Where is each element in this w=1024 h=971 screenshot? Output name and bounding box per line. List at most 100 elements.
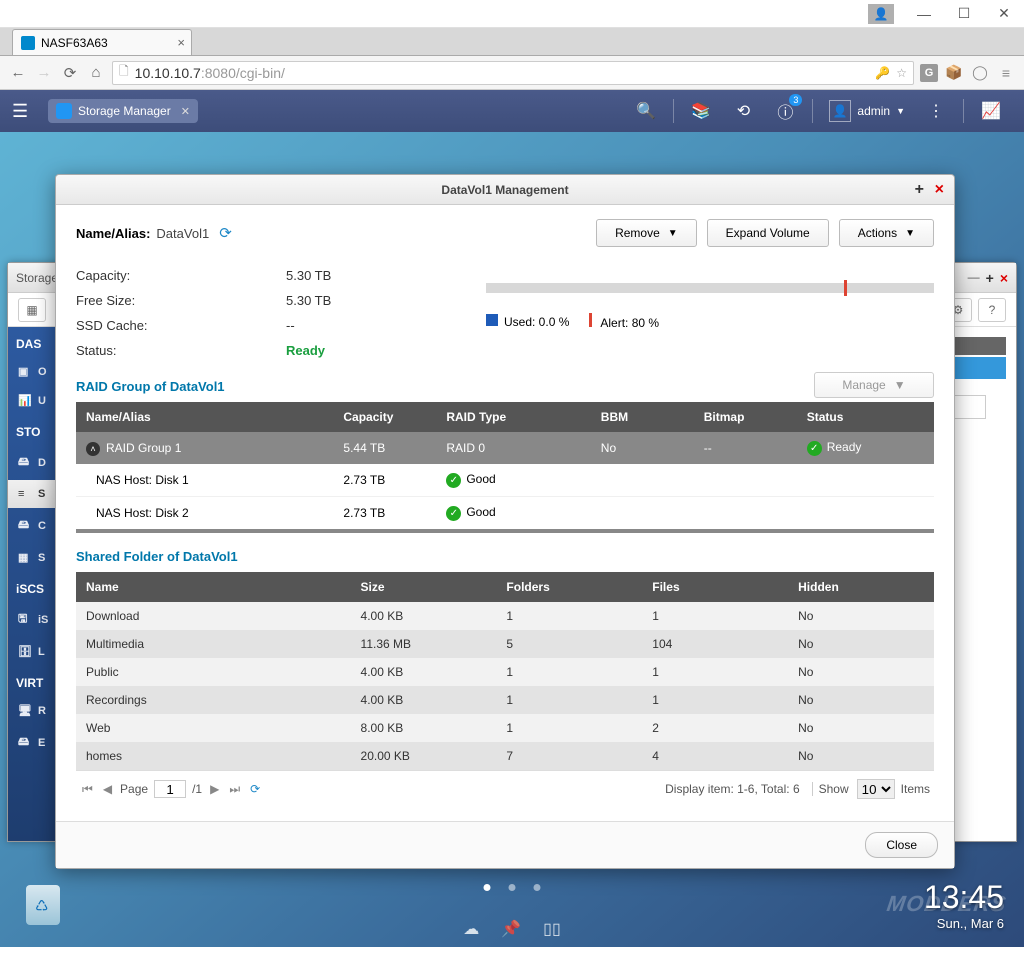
sidebar-item-iscsi-storage[interactable]: 🖫iS bbox=[8, 602, 60, 637]
shared-folder-row[interactable]: Recordings4.00 KB11No bbox=[76, 686, 934, 714]
page-input[interactable] bbox=[154, 780, 186, 798]
home-icon[interactable]: ⌂ bbox=[86, 63, 106, 83]
alias-label: Name/Alias: bbox=[76, 226, 150, 241]
disk-row[interactable]: NAS Host: Disk 2 2.73 TB ✓Good bbox=[76, 497, 934, 532]
page-icon: 🗋 bbox=[119, 62, 129, 83]
key-icon[interactable]: 🔑 bbox=[875, 66, 890, 80]
col-bitmap: Bitmap bbox=[694, 402, 797, 432]
forward-icon: → bbox=[34, 63, 54, 83]
window-maximize-icon[interactable]: + bbox=[986, 270, 994, 286]
remove-button[interactable]: Remove▼ bbox=[596, 219, 697, 247]
modal-maximize-icon[interactable]: + bbox=[915, 181, 924, 199]
extension-g-icon[interactable]: G bbox=[920, 64, 938, 82]
dashboard-icon[interactable]: 📈 bbox=[976, 96, 1006, 126]
dot-3[interactable] bbox=[534, 884, 541, 891]
browser-tab[interactable]: NASF63A63 × bbox=[12, 29, 192, 55]
volume-group-icon[interactable]: 📚 bbox=[686, 96, 716, 126]
close-button[interactable]: Close bbox=[865, 832, 938, 858]
hamburger-icon[interactable]: ☰ bbox=[12, 101, 36, 122]
col-status: Status bbox=[797, 402, 934, 432]
sidebar-item-overview[interactable]: ▣O bbox=[8, 357, 60, 386]
tab-close-icon[interactable]: × bbox=[177, 35, 185, 50]
os-user-icon[interactable]: 👤 bbox=[868, 4, 894, 24]
bookmark-icon[interactable]: ☆ bbox=[896, 66, 907, 80]
next-page-icon[interactable]: ▶ bbox=[208, 782, 221, 796]
info-icon[interactable]: ⓘ3 bbox=[770, 96, 800, 126]
pager-refresh-icon[interactable]: ⟳ bbox=[248, 782, 262, 796]
sidebar-item-snapshot[interactable]: ▦S bbox=[8, 543, 60, 572]
disk-row[interactable]: NAS Host: Disk 1 2.73 TB ✓Good bbox=[76, 464, 934, 497]
os-close-button[interactable]: ✕ bbox=[984, 0, 1024, 28]
address-bar[interactable]: 🗋 10.10.10.7:8080/cgi-bin/ 🔑 ☆ bbox=[112, 61, 914, 85]
extension-box-icon[interactable]: 📦 bbox=[944, 63, 964, 83]
show-label: Show bbox=[812, 782, 849, 796]
sidebar-item-lun[interactable]: 🗄L bbox=[8, 637, 60, 666]
sidebar-item-remote[interactable]: 🖥R bbox=[8, 696, 60, 725]
sidebar-item-storage-space[interactable]: ≡S bbox=[8, 480, 60, 508]
first-page-icon[interactable]: ⏮ bbox=[80, 782, 95, 797]
sync-icon[interactable]: ⟲ bbox=[728, 96, 758, 126]
shared-folder-row[interactable]: homes20.00 KB74No bbox=[76, 742, 934, 770]
expand-volume-button[interactable]: Expand Volume bbox=[707, 219, 829, 247]
back-icon[interactable]: ← bbox=[8, 63, 28, 83]
app-tab-close-icon[interactable]: ✕ bbox=[181, 105, 190, 118]
shared-folder-row[interactable]: Public4.00 KB11No bbox=[76, 658, 934, 686]
user-menu[interactable]: 👤 admin ▼ bbox=[829, 100, 905, 122]
sf-col-hidden: Hidden bbox=[788, 572, 934, 602]
shared-folder-row[interactable]: Multimedia11.36 MB5104No bbox=[76, 630, 934, 658]
window-close-icon[interactable]: × bbox=[1000, 270, 1008, 286]
chrome-menu-icon[interactable]: ≡ bbox=[996, 63, 1016, 83]
sidebar-item-utilization[interactable]: 📊U bbox=[8, 386, 60, 415]
page-size-select[interactable]: 10 bbox=[857, 779, 895, 799]
dot-2[interactable] bbox=[509, 884, 516, 891]
manage-button[interactable]: Manage▼ bbox=[814, 372, 934, 398]
book-icon[interactable]: ▯▯ bbox=[543, 919, 561, 939]
pager: ⏮ ◀ Page /1 ▶ ⏭ ⟳ Display item: 1-6, Tot… bbox=[76, 770, 934, 807]
dot-1[interactable] bbox=[484, 884, 491, 891]
more-icon[interactable]: ⋮ bbox=[921, 96, 951, 126]
app-tab-storage[interactable]: Storage Manager ✕ bbox=[48, 99, 198, 123]
prev-page-icon[interactable]: ◀ bbox=[101, 782, 114, 796]
sf-col-size: Size bbox=[351, 572, 497, 602]
toolbar-help-icon[interactable]: ? bbox=[978, 298, 1006, 322]
desktop-pager-dots[interactable] bbox=[484, 884, 541, 891]
window-minimize-icon[interactable]: — bbox=[968, 270, 980, 286]
cloud-icon[interactable]: ☁ bbox=[463, 919, 479, 939]
sidebar-item-external[interactable]: 🖴E bbox=[8, 725, 60, 760]
col-capacity: Capacity bbox=[333, 402, 436, 432]
actions-button[interactable]: Actions▼ bbox=[839, 219, 934, 247]
capacity-label: Capacity: bbox=[76, 268, 286, 283]
shared-folder-row[interactable]: Web8.00 KB12No bbox=[76, 714, 934, 742]
volume-management-modal: DataVol1 Management + × Name/Alias: Data… bbox=[55, 174, 955, 869]
reload-icon[interactable]: ⟳ bbox=[60, 63, 80, 83]
caret-down-icon: ▼ bbox=[668, 228, 678, 239]
display-info: Display item: 1-6, Total: 6 bbox=[665, 782, 800, 796]
sidebar-item-cache[interactable]: 🖴C bbox=[8, 508, 60, 543]
url-text: 10.10.10.7:8080/cgi-bin/ bbox=[135, 65, 876, 81]
sidebar-item-disks[interactable]: 🖴D bbox=[8, 445, 60, 480]
free-label: Free Size: bbox=[76, 293, 286, 308]
user-name: admin bbox=[857, 104, 890, 118]
last-page-icon[interactable]: ⏭ bbox=[227, 782, 242, 797]
toolbar-grid-icon[interactable]: ▦ bbox=[18, 298, 46, 322]
recycle-bin[interactable]: ♺ bbox=[22, 885, 64, 933]
extension-circle-icon[interactable]: ◯ bbox=[970, 63, 990, 83]
raid-table: Name/Alias Capacity RAID Type BBM Bitmap… bbox=[76, 402, 934, 533]
legend-alert: Alert: 80 % bbox=[589, 313, 659, 330]
refresh-icon[interactable]: ⟳ bbox=[219, 224, 232, 242]
minimize-button[interactable]: — bbox=[904, 0, 944, 28]
pin-icon[interactable]: 📌 bbox=[501, 919, 521, 939]
page-label: Page bbox=[120, 782, 148, 796]
maximize-button[interactable]: ☐ bbox=[944, 0, 984, 28]
storage-app-icon bbox=[56, 103, 72, 119]
raid-group-row[interactable]: ˄RAID Group 1 5.44 TB RAID 0 No -- ✓Read… bbox=[76, 432, 934, 464]
alert-threshold-marker bbox=[844, 280, 847, 296]
info-badge: 3 bbox=[789, 94, 802, 106]
collapse-icon[interactable]: ˄ bbox=[86, 442, 100, 456]
search-icon[interactable]: 🔍 bbox=[631, 96, 661, 126]
shared-folder-row[interactable]: Download4.00 KB11No bbox=[76, 602, 934, 630]
sidebar-cat-dashboard: DAS bbox=[8, 327, 60, 357]
status-label: Status: bbox=[76, 343, 286, 358]
modal-close-icon[interactable]: × bbox=[935, 181, 944, 199]
clock-date: Sun., Mar 6 bbox=[924, 916, 1004, 931]
